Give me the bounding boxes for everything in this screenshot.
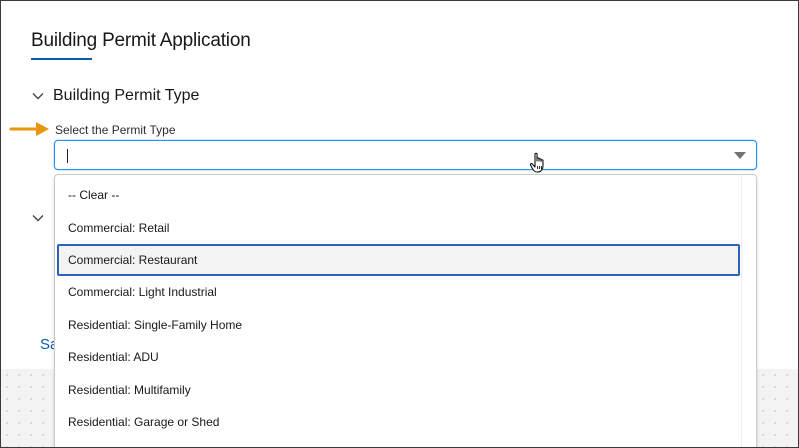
screenshot-frame: Building Permit Application Building Per… [0, 0, 799, 448]
text-caret [67, 149, 68, 163]
hand-cursor-icon [529, 152, 544, 173]
dropdown-option[interactable]: Residential: Single-Family Home [57, 309, 740, 341]
dropdown-option[interactable]: -- Clear -- [57, 179, 740, 211]
options-list: -- Clear -- Commercial: Retail Commercia… [55, 179, 744, 438]
dropdown-option[interactable]: Residential: Garage or Shed [57, 406, 740, 438]
dropdown-scrollbar[interactable] [741, 175, 756, 447]
triangle-down-icon[interactable] [734, 152, 746, 159]
chevron-down-icon[interactable] [31, 211, 45, 225]
dropdown-option[interactable]: Residential: Multifamily [57, 373, 740, 405]
section-building-permit-type[interactable]: Building Permit Type [31, 87, 199, 105]
permit-type-combobox[interactable] [54, 140, 757, 170]
arrow-right-icon [9, 122, 49, 136]
permit-type-label: Select the Permit Type [55, 123, 176, 137]
dropdown-option[interactable]: Residential: ADU [57, 341, 740, 373]
chevron-down-icon [31, 89, 45, 103]
permit-type-input[interactable] [63, 144, 727, 168]
dropdown-option[interactable]: Commercial: Restaurant [57, 243, 740, 277]
section-label: Building Permit Type [53, 87, 200, 104]
dropdown-option[interactable]: Commercial: Light Industrial [57, 276, 740, 308]
page-title: Building Permit Application [31, 30, 251, 51]
dropdown-option[interactable]: Commercial: Retail [57, 211, 740, 243]
title-underline [31, 58, 92, 60]
permit-type-dropdown: -- Clear -- Commercial: Retail Commercia… [54, 174, 757, 447]
